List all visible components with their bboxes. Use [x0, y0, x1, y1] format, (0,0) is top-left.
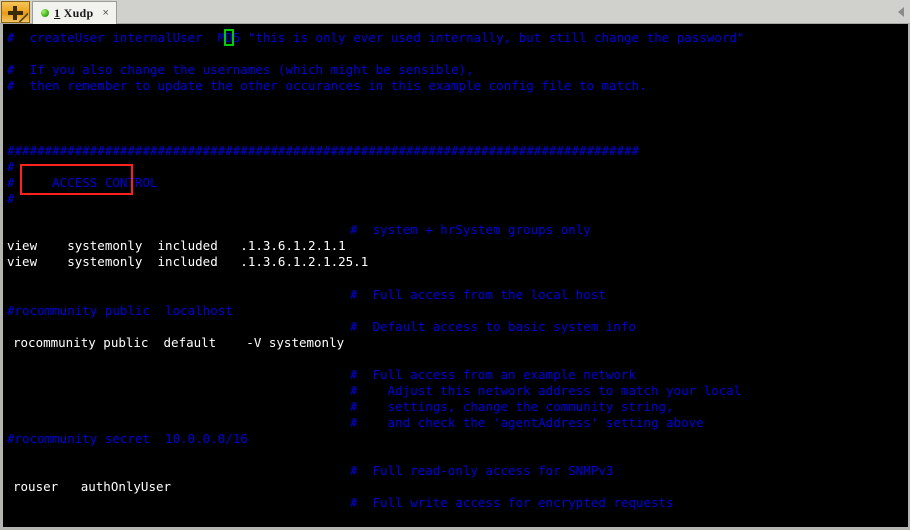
line-text: # Full access from an example network [350, 367, 636, 382]
line-text: rocommunity public default -V systemonly [13, 335, 345, 350]
terminal-line: # and check the 'agentAddress' setting a… [3, 415, 908, 431]
terminal-window: 1 Xudp × # createUser internalUser MD5 "… [0, 0, 910, 530]
line-text: # [7, 191, 15, 206]
green-dot-icon [41, 9, 49, 17]
line-text-tail: 5 "this is only ever used internally, bu… [232, 30, 745, 45]
tab-bar-spacer [117, 0, 892, 23]
terminal-line: # createUser internalUser MD5 "this is o… [3, 29, 908, 46]
line-text: # Full read-only access for SNMPv3 [350, 463, 614, 478]
line-text: # If you also change the usernames (whic… [7, 62, 474, 77]
terminal-line: # Adjust this network address to match y… [3, 383, 908, 399]
tab-xudp[interactable]: 1 Xudp × [32, 1, 117, 24]
terminal-line: # settings, change the community string, [3, 399, 908, 415]
plus-icon-vertical [13, 6, 17, 20]
line-text: # createUser internalUser M [7, 30, 226, 45]
line-text: ########################################… [7, 143, 640, 158]
line-text: # settings, change the community string, [350, 399, 674, 414]
tab-scroll-left-button[interactable] [892, 0, 910, 23]
terminal-line: ########################################… [3, 143, 908, 159]
chevron-left-icon [898, 6, 904, 17]
line-text: # Adjust this network address to match y… [350, 383, 742, 398]
pencil-icon [19, 13, 28, 22]
terminal-line: rocommunity public default -V systemonly [3, 335, 908, 351]
line-text: # ACCESS CONTROL [7, 175, 158, 190]
line-text: # system + hrSystem groups only [350, 222, 591, 237]
line-text: # [7, 159, 15, 174]
tab-label: 1 Xudp [54, 6, 94, 21]
line-text: view systemonly included .1.3.6.1.2.1.25… [7, 254, 369, 269]
line-text: view systemonly included .1.3.6.1.2.1.1 [7, 238, 346, 253]
text-cursor: D [224, 29, 234, 46]
terminal-line: # system + hrSystem groups only [3, 222, 908, 238]
terminal-line: # Default access to basic system info [3, 319, 908, 335]
vim-status-bar: -- INSERT -- 33,30 19% [3, 510, 908, 527]
new-tab-button[interactable] [1, 1, 30, 23]
terminal-line: # [3, 159, 908, 175]
terminal-frame: # createUser internalUser MD5 "this is o… [0, 24, 910, 530]
terminal-line: # Full write access for encrypted reques… [3, 495, 908, 511]
terminal-line: # If you also change the usernames (whic… [3, 62, 908, 78]
line-text: rouser authOnlyUser [13, 479, 172, 494]
line-text: # Full write access for encrypted reques… [350, 495, 674, 510]
terminal-line: view systemonly included .1.3.6.1.2.1.1 [3, 238, 908, 254]
line-text: # Full access from the local host [350, 287, 606, 302]
terminal-line: # Full read-only access for SNMPv3 [3, 463, 908, 479]
terminal-line: rouser authOnlyUser [3, 479, 908, 495]
tab-title: Xudp [60, 5, 94, 20]
terminal-line: view systemonly included .1.3.6.1.2.1.25… [3, 254, 908, 270]
terminal-line: # ACCESS CONTROL [3, 175, 908, 191]
terminal-line: # Full access from an example network [3, 367, 908, 383]
line-text: #rocommunity public localhost [7, 303, 233, 318]
terminal-line: #rocommunity public localhost [3, 303, 908, 319]
tab-bar: 1 Xudp × [0, 0, 910, 24]
terminal-line: #rocommunity secret 10.0.0.0/16 [3, 431, 908, 447]
terminal-line: # Full access from the local host [3, 287, 908, 303]
line-text: #rocommunity secret 10.0.0.0/16 [7, 431, 248, 446]
close-icon[interactable]: × [103, 7, 109, 19]
terminal-line: # [3, 191, 908, 207]
line-text: # Default access to basic system info [350, 319, 636, 334]
line-text: # then remember to update the other occu… [7, 78, 647, 93]
terminal-screen[interactable]: # createUser internalUser MD5 "this is o… [3, 24, 908, 527]
terminal-line: # then remember to update the other occu… [3, 78, 908, 94]
line-text: # and check the 'agentAddress' setting a… [350, 415, 704, 430]
